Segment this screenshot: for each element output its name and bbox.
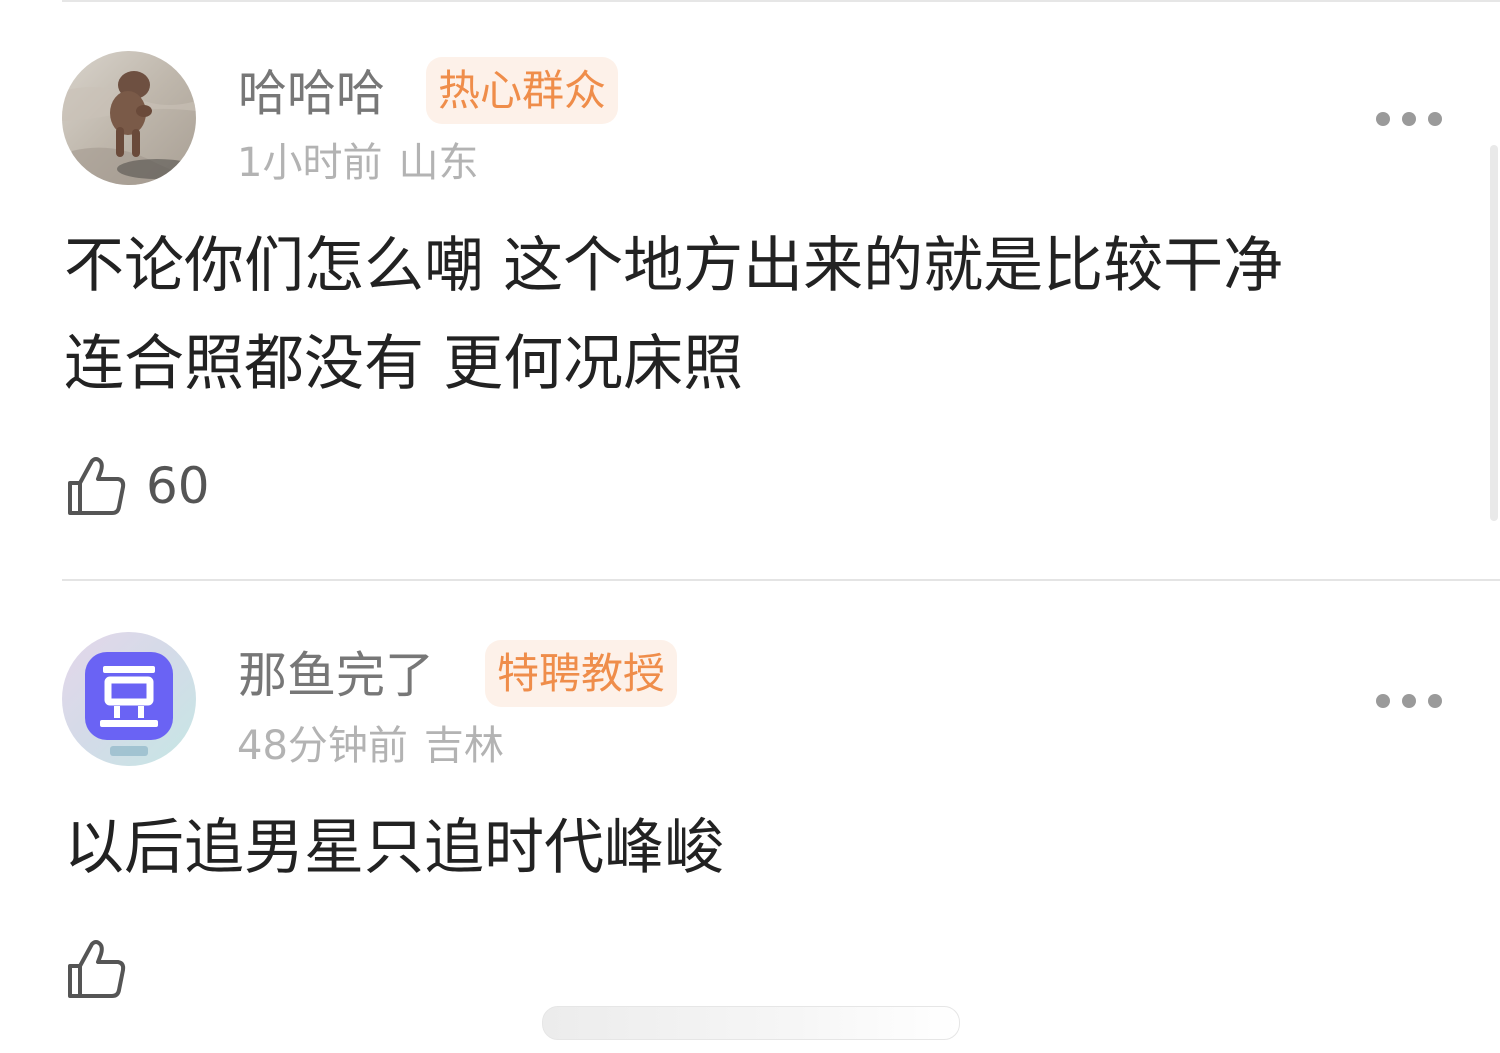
home-indicator-bar[interactable]: [542, 1006, 960, 1040]
comment-meta: 48分钟前 吉林: [237, 720, 504, 772]
comment-time: 48分钟前: [237, 723, 408, 769]
username[interactable]: 哈哈哈: [238, 64, 385, 124]
more-dots-icon: [1376, 694, 1390, 708]
more-options-button[interactable]: [1376, 689, 1442, 713]
comment-text-line: 连合照都没有 更何况床照: [64, 329, 744, 399]
username[interactable]: 那鱼完了: [238, 646, 434, 706]
comment-divider: [62, 579, 1500, 581]
comment-text: 以后追男星只追时代峰峻: [64, 799, 1464, 897]
comment-text-line: 不论你们怎么嘲 这个地方出来的就是比较干净: [64, 231, 1284, 301]
user-badge: 特聘教授: [485, 640, 678, 707]
dog-photo-avatar-image: [62, 51, 196, 185]
more-dots-icon: [1376, 112, 1390, 126]
comment-time: 1小时前: [237, 140, 383, 186]
comment-meta: 1小时前 山东: [237, 137, 478, 189]
thumbs-up-icon: [68, 457, 126, 515]
thumbs-up-icon: [68, 940, 126, 998]
user-badge: 热心群众: [426, 57, 619, 124]
like-button[interactable]: 60: [66, 453, 210, 519]
like-button[interactable]: [66, 936, 146, 1002]
comment-location: 山东: [398, 140, 479, 186]
more-options-button[interactable]: [1376, 107, 1442, 131]
like-count: 60: [146, 457, 210, 515]
comment-location: 吉林: [423, 723, 504, 769]
comment-text: 不论你们怎么嘲 这个地方出来的就是比较干净 连合照都没有 更何况床照: [64, 217, 1464, 413]
comment-text-line: 以后追男星只追时代峰峻: [64, 813, 724, 883]
comment-item: 那鱼完了 特聘教授 48分钟前 吉林 以后追男星只追时代峰峻: [0, 582, 1500, 1053]
douban-app-avatar-image: [62, 632, 196, 766]
avatar[interactable]: [62, 51, 196, 185]
comment-item: 哈哈哈 热心群众 1小时前 山东 不论你们怎么嘲 这个地方出来的就是比较干净 连合…: [0, 0, 1500, 580]
avatar[interactable]: [62, 632, 196, 766]
